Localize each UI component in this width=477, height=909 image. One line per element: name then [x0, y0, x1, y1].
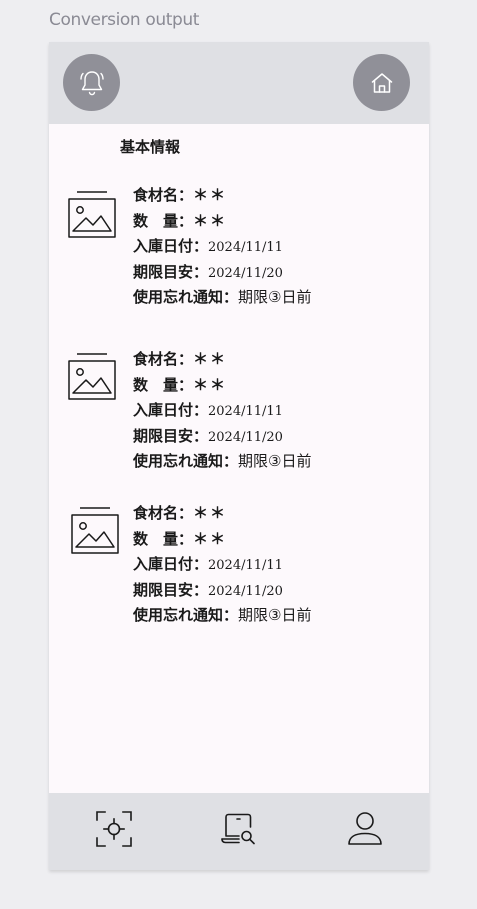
quantity-label: 数 量： [133, 529, 194, 548]
item-details: 食材名：＊＊ 数 量：＊＊ 入庫日付：2024/11/11 期限目安：2024/… [133, 346, 311, 474]
home-icon [371, 72, 392, 93]
notify-row: 使用忘れ通知：期限③日前 [133, 284, 311, 310]
user-icon [348, 812, 382, 845]
notify-row: 使用忘れ通知：期限③日前 [133, 448, 311, 474]
notify-value: 期限③日前 [238, 606, 312, 624]
food-name-row: 食材名：＊＊ [133, 182, 311, 208]
app-screen: 基本情報 食材名：＊＊ 数 量：＊＊ 入庫日付：2024/11/11 期限目安：… [49, 42, 429, 870]
notify-label: 使用忘れ通知： [133, 452, 239, 470]
bell-icon [79, 70, 104, 95]
in-date-value: 2024/11/11 [208, 240, 283, 255]
food-name-value: ＊＊ [193, 350, 228, 368]
notification-button[interactable] [63, 54, 120, 111]
image-placeholder-icon [68, 191, 116, 238]
notify-value: 期限③日前 [238, 288, 312, 306]
food-name-label: 食材名： [133, 350, 194, 368]
food-name-row: 食材名：＊＊ [133, 500, 311, 526]
item-details: 食材名：＊＊ 数 量：＊＊ 入庫日付：2024/11/11 期限目安：2024/… [133, 182, 311, 310]
notify-row: 使用忘れ通知：期限③日前 [133, 602, 311, 628]
in-date-value: 2024/11/11 [208, 404, 283, 419]
limit-date-row: 期限目安：2024/11/20 [133, 423, 311, 449]
in-date-label: 入庫日付： [133, 237, 209, 255]
quantity-value: ＊＊ [193, 375, 228, 394]
quantity-label: 数 量： [133, 211, 194, 230]
quantity-row: 数 量：＊＊ [133, 372, 311, 398]
profile-button[interactable] [343, 807, 387, 851]
quantity-label: 数 量： [133, 375, 194, 394]
limit-date-label: 期限目安： [133, 426, 209, 445]
notify-label: 使用忘れ通知： [133, 288, 239, 306]
limit-date-value: 2024/11/20 [208, 429, 283, 445]
list-item[interactable]: 食材名：＊＊ 数 量：＊＊ 入庫日付：2024/11/11 期限目安：2024/… [49, 182, 429, 312]
list-item[interactable]: 食材名：＊＊ 数 量：＊＊ 入庫日付：2024/11/11 期限目安：2024/… [49, 500, 429, 630]
section-title: 基本情報 [120, 138, 181, 156]
home-button[interactable] [353, 54, 410, 111]
search-device-button[interactable] [217, 807, 261, 851]
food-name-label: 食材名： [133, 186, 194, 204]
top-bar [49, 42, 429, 124]
in-date-row: 入庫日付：2024/11/11 [133, 551, 311, 577]
list-item[interactable]: 食材名：＊＊ 数 量：＊＊ 入庫日付：2024/11/11 期限目安：2024/… [49, 346, 429, 476]
quantity-row: 数 量：＊＊ [133, 208, 311, 234]
quantity-value: ＊＊ [193, 529, 228, 548]
food-name-label: 食材名： [133, 504, 194, 522]
in-date-value: 2024/11/11 [208, 558, 283, 573]
quantity-row: 数 量：＊＊ [133, 526, 311, 552]
bottom-nav [49, 793, 429, 870]
scan-button[interactable] [92, 807, 136, 851]
limit-date-value: 2024/11/20 [208, 265, 283, 281]
image-placeholder-icon [71, 507, 119, 554]
limit-date-label: 期限目安： [133, 580, 209, 599]
in-date-row: 入庫日付：2024/11/11 [133, 233, 311, 259]
scan-focus-icon [96, 811, 132, 847]
limit-date-row: 期限目安：2024/11/20 [133, 259, 311, 285]
notify-value: 期限③日前 [238, 452, 312, 470]
food-name-value: ＊＊ [193, 186, 228, 204]
limit-date-label: 期限目安： [133, 262, 209, 281]
in-date-row: 入庫日付：2024/11/11 [133, 397, 311, 423]
laptop-search-icon [221, 813, 255, 845]
in-date-label: 入庫日付： [133, 401, 209, 419]
quantity-value: ＊＊ [193, 211, 228, 230]
frame-label: Conversion output [49, 10, 199, 30]
food-name-value: ＊＊ [193, 504, 228, 522]
in-date-label: 入庫日付： [133, 555, 209, 573]
limit-date-row: 期限目安：2024/11/20 [133, 577, 311, 603]
food-name-row: 食材名：＊＊ [133, 346, 311, 372]
notify-label: 使用忘れ通知： [133, 606, 239, 624]
image-placeholder-icon [68, 353, 116, 400]
item-details: 食材名：＊＊ 数 量：＊＊ 入庫日付：2024/11/11 期限目安：2024/… [133, 500, 311, 628]
limit-date-value: 2024/11/20 [208, 583, 283, 599]
